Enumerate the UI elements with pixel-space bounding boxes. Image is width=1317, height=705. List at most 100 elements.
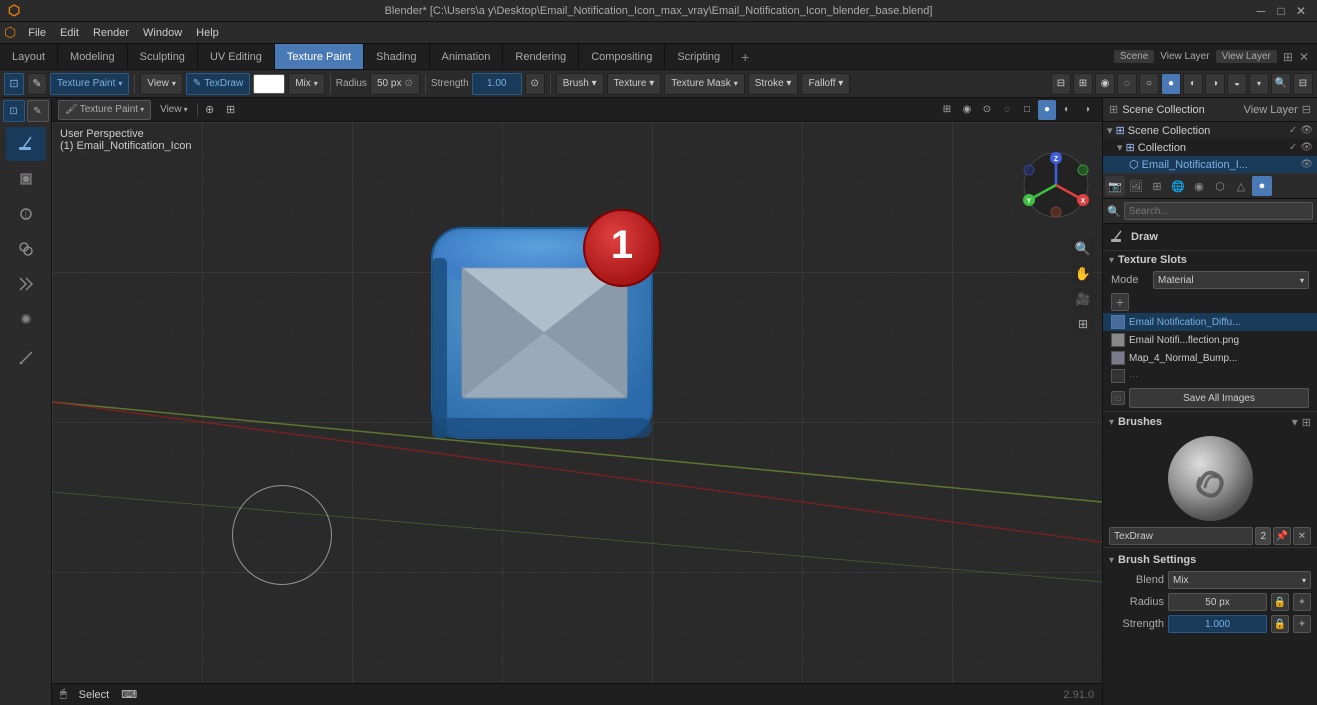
- vp-wire-icon[interactable]: □: [1018, 100, 1036, 120]
- brush-settings-header[interactable]: ▾ Brush Settings: [1103, 551, 1317, 569]
- viewport-shading-2[interactable]: ○: [1139, 73, 1159, 95]
- minimize-button[interactable]: ─: [1253, 3, 1269, 19]
- brushes-expand-right[interactable]: ▾: [1292, 415, 1298, 429]
- vp-render-icon[interactable]: ◉: [958, 100, 976, 120]
- vp-transform-icon[interactable]: ⊕: [201, 100, 219, 120]
- viewport-icon-1[interactable]: ⊟: [1051, 73, 1071, 95]
- strength-lock-btn[interactable]: 🔒: [1271, 615, 1289, 633]
- menu-edit[interactable]: Edit: [54, 25, 85, 41]
- radius-value-btn[interactable]: 50 px ⊙: [370, 73, 420, 95]
- prop-tab-material[interactable]: ●: [1252, 176, 1272, 196]
- tool-fill[interactable]: [6, 162, 46, 196]
- tool-mask[interactable]: [6, 267, 46, 301]
- view-btn[interactable]: View ▾: [140, 73, 183, 95]
- radius-input-bs[interactable]: 50 px: [1168, 593, 1267, 611]
- texture-item-4[interactable]: ···: [1103, 367, 1317, 385]
- tab-sculpting[interactable]: Sculpting: [128, 44, 198, 69]
- save-all-images-btn[interactable]: Save All Images: [1129, 388, 1309, 408]
- expand-icon[interactable]: ⊞: [1283, 50, 1293, 64]
- brush-menu-btn[interactable]: Brush ▾: [556, 73, 604, 95]
- strength-input-bs[interactable]: 1.000: [1168, 615, 1267, 633]
- add-texture-btn[interactable]: +: [1111, 293, 1129, 311]
- viewport-shading-5[interactable]: ◑: [1205, 73, 1225, 95]
- search-btn[interactable]: 🔍: [1271, 73, 1291, 95]
- vp-overlay-icon[interactable]: ⊙: [978, 100, 996, 120]
- close-editor-icon[interactable]: ✕: [1299, 50, 1309, 64]
- radius-pressure-btn[interactable]: ✦: [1293, 593, 1311, 611]
- mix-btn[interactable]: Mix ▾: [288, 73, 325, 95]
- titlebar-controls[interactable]: ─ □ ✕: [1253, 3, 1309, 19]
- view-layer-selector[interactable]: View Layer: [1216, 50, 1277, 63]
- tool-smear[interactable]: [6, 197, 46, 231]
- obj-eye[interactable]: 👁: [1300, 159, 1313, 170]
- prop-tab-render[interactable]: 📷: [1105, 176, 1125, 196]
- vp-camera[interactable]: 🎥: [1072, 288, 1094, 310]
- vp-render-preview-icon[interactable]: ◑: [1078, 100, 1096, 120]
- texture-menu-btn[interactable]: Texture ▾: [607, 73, 662, 95]
- collection-row[interactable]: ▾ ⊞ Collection ✓ 👁: [1103, 139, 1317, 156]
- close-button[interactable]: ✕: [1293, 3, 1309, 19]
- vp-toolbar-mode[interactable]: 🖌 Texture Paint ▾: [58, 100, 151, 120]
- vp-frame[interactable]: ⊞: [1072, 313, 1094, 335]
- vp-grab[interactable]: ✋: [1072, 263, 1094, 285]
- texture-mask-btn[interactable]: Texture Mask ▾: [664, 73, 744, 95]
- texture-slots-header[interactable]: ▾ Texture Slots: [1103, 251, 1317, 269]
- prop-tab-world[interactable]: ◉: [1189, 176, 1209, 196]
- mode-dropdown-ts[interactable]: Material ▾: [1153, 271, 1309, 289]
- tab-shading[interactable]: Shading: [364, 44, 429, 69]
- mode-toggle-2[interactable]: ✎: [27, 100, 49, 122]
- mode-icon-1[interactable]: ⊡: [4, 73, 24, 95]
- blend-dropdown[interactable]: Mix ▾: [1168, 571, 1311, 589]
- vp-select-icon[interactable]: ⊞: [222, 100, 240, 120]
- vp-material-icon[interactable]: ◐: [1058, 100, 1076, 120]
- coll-eye[interactable]: 👁: [1300, 142, 1313, 153]
- texture-item-2[interactable]: Email Notifi...flection.png: [1103, 331, 1317, 349]
- tool-draw[interactable]: [6, 127, 46, 161]
- prop-tab-scene[interactable]: 🌐: [1168, 176, 1188, 196]
- strength-icon-btn[interactable]: ⊙: [525, 73, 545, 95]
- tab-modeling[interactable]: Modeling: [58, 44, 128, 69]
- viewport-shading-4[interactable]: ◐: [1183, 73, 1203, 95]
- strength-value-btn[interactable]: 1.00: [472, 73, 522, 95]
- viewport-shading-6[interactable]: ◒: [1227, 73, 1247, 95]
- tool-clone[interactable]: [6, 232, 46, 266]
- vp-grid-icon[interactable]: ⊞: [938, 100, 956, 120]
- tab-texture-paint[interactable]: Texture Paint: [275, 44, 364, 69]
- vp-solid-icon[interactable]: ●: [1038, 100, 1056, 120]
- prop-tab-mesh[interactable]: △: [1231, 176, 1251, 196]
- color-preview-white[interactable]: [253, 74, 285, 94]
- mode-icon-2[interactable]: ✎: [27, 73, 47, 95]
- save-checkbox[interactable]: □: [1111, 391, 1125, 405]
- viewport-overlay-btn[interactable]: ◉: [1095, 73, 1115, 95]
- tab-compositing[interactable]: Compositing: [579, 44, 665, 69]
- brush-name-input[interactable]: [1109, 527, 1253, 545]
- outliner-filter[interactable]: ⊟: [1302, 103, 1311, 116]
- filter-btn[interactable]: ⊟: [1293, 73, 1313, 95]
- tab-scripting[interactable]: Scripting: [665, 44, 733, 69]
- brush-close-btn[interactable]: ✕: [1293, 527, 1311, 545]
- tab-add[interactable]: +: [733, 44, 757, 69]
- coll-checkbox[interactable]: ✓: [1289, 142, 1297, 153]
- scene-selector[interactable]: Scene: [1114, 50, 1154, 63]
- viewport-icon-2[interactable]: ⊞: [1073, 73, 1093, 95]
- tab-layout[interactable]: Layout: [0, 44, 58, 69]
- tool-blur[interactable]: [6, 302, 46, 336]
- sc-checkbox[interactable]: ✓: [1289, 125, 1297, 136]
- viewport-shading-1[interactable]: ◌: [1117, 73, 1137, 95]
- texture-paint-mode-btn[interactable]: Texture Paint ▾: [50, 73, 129, 95]
- brush-btn[interactable]: ✎ TexDraw: [186, 73, 250, 95]
- prop-tab-output[interactable]: 🖼: [1126, 176, 1146, 196]
- maximize-button[interactable]: □: [1273, 3, 1289, 19]
- viewport-shading-3[interactable]: ●: [1161, 73, 1181, 95]
- prop-tab-view-layer[interactable]: ⊞: [1147, 176, 1167, 196]
- sc-eye[interactable]: 👁: [1300, 125, 1313, 136]
- tab-rendering[interactable]: Rendering: [503, 44, 579, 69]
- texture-item-1[interactable]: Email Notification_Diffu...: [1103, 313, 1317, 331]
- object-row[interactable]: ⬡ Email_Notification_I... 👁: [1103, 156, 1317, 173]
- falloff-menu-btn[interactable]: Falloff ▾: [801, 73, 850, 95]
- vp-zoom-in[interactable]: 🔍: [1072, 238, 1094, 260]
- tool-annotate[interactable]: [6, 341, 46, 375]
- properties-search-input[interactable]: [1124, 202, 1313, 220]
- viewport[interactable]: 🖌 Texture Paint ▾ View ▾ ⊕ ⊞ ⊞ ◉ ⊙ ◌ □ ●…: [52, 98, 1102, 705]
- viewport-shading-arrow[interactable]: ▾: [1249, 73, 1269, 95]
